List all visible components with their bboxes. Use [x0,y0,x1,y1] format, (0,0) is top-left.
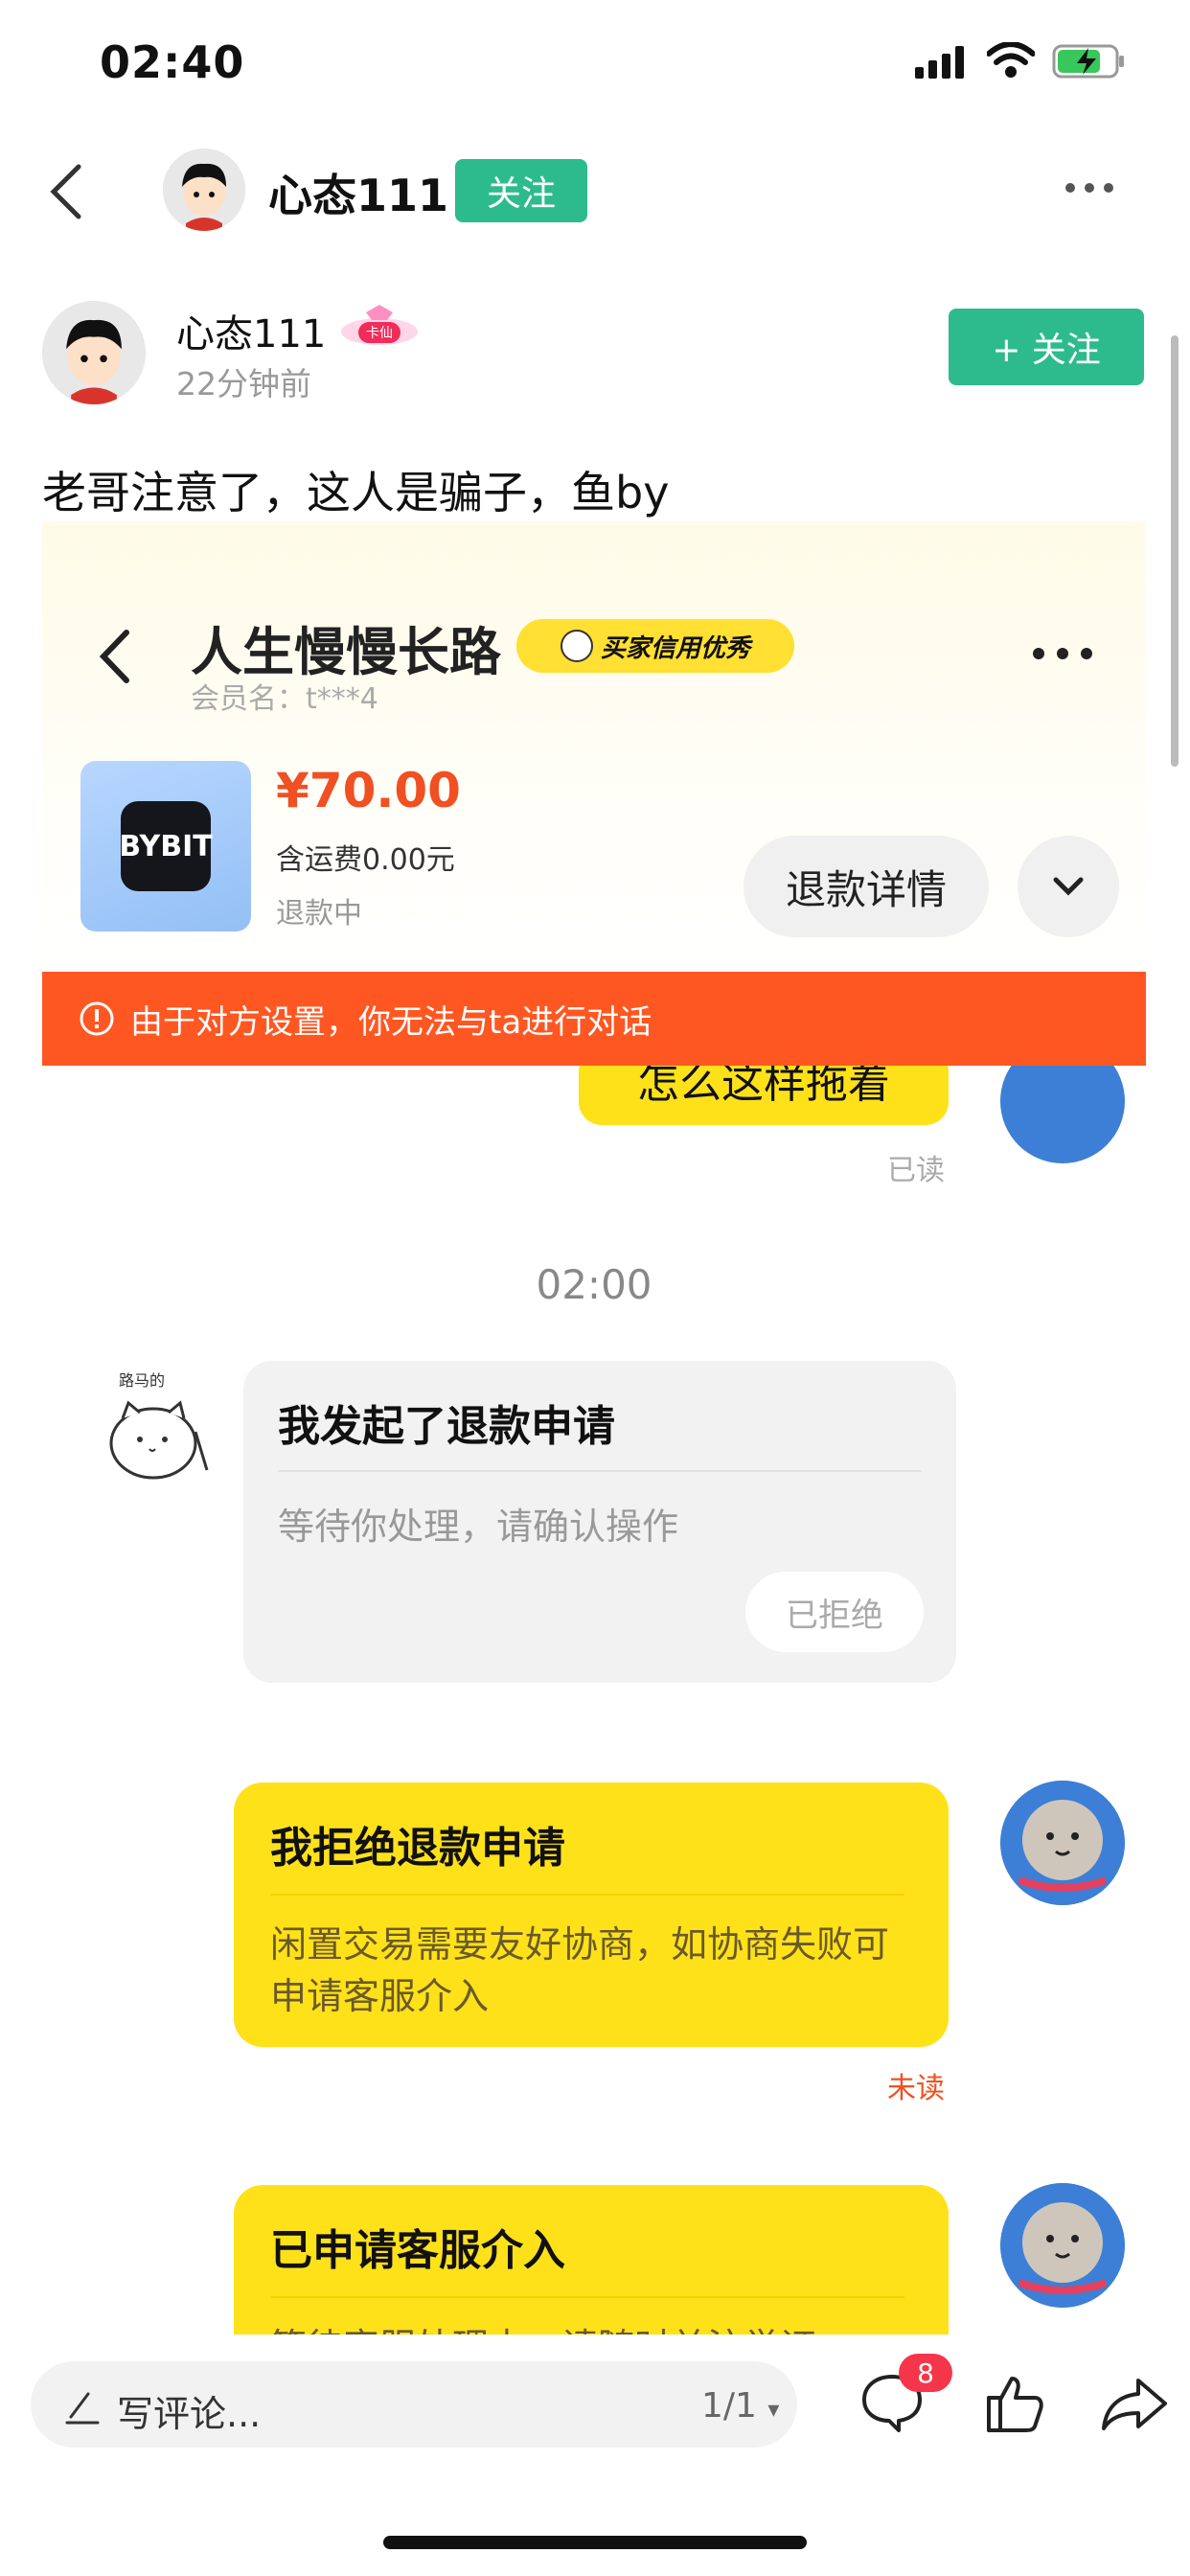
svg-text:卡仙: 卡仙 [366,326,393,341]
product-status: 退款中 [276,897,362,931]
back-icon[interactable] [48,163,86,220]
embedded-screenshot[interactable]: 人生慢慢长路 买家信用优秀 会员名：t***4 BYBIT ¥70.00 含运费… [42,521,1146,2334]
credit-badge: 买家信用优秀 [516,619,794,673]
post-follow-button[interactable]: + 关注 [949,309,1144,385]
refund-request-card: 我发起了退款申请 等待你处理，请确认操作 已拒绝 [243,1361,956,1683]
time-divider: 02:00 [536,1261,652,1308]
card-divider [270,1894,904,1896]
status-time: 02:40 [100,36,245,88]
my-avatar [1000,2183,1125,2308]
home-indicator [383,2536,807,2549]
rejected-button: 已拒绝 [745,1572,924,1652]
blocked-banner-text: 由于对方设置，你无法与ta进行对话 [130,1002,652,1042]
reject-refund-text: 闲置交易需要友好协商，如协商失败可申请客服介入 [270,1923,890,2017]
my-avatar [1000,1781,1125,1905]
thumbs-up-icon[interactable] [983,2371,1046,2434]
post-author-avatar[interactable] [42,301,146,404]
post-timestamp: 22分钟前 [176,365,311,402]
service-request-title: 已申请客服介入 [270,2226,565,2275]
nav-username[interactable]: 心态111 [268,161,448,224]
nav-follow-button[interactable]: 关注 [455,159,587,222]
svg-text:路马的: 路马的 [119,1371,165,1390]
product-shipping: 含运费0.00元 [276,843,455,877]
chevron-down-icon [1018,836,1119,937]
chat-back-icon [99,630,129,683]
refund-request-text: 等待你处理，请确认操作 [278,1506,679,1548]
post-text: 老哥注意了，这人是骗子，鱼by [42,467,670,518]
more-icon[interactable] [1064,178,1115,197]
service-request-text: 等待客服处理中，请随时关注举证 [270,2321,903,2334]
member-name: 会员名：t***4 [191,682,378,716]
battery-charging-icon [1052,44,1124,79]
blocked-banner: 由于对方设置，你无法与ta进行对话 [42,972,1146,1066]
cat-sticker-avatar: 路马的 [100,1365,234,1499]
caret-down-icon: ▾ [767,2396,780,2423]
scrollbar[interactable] [1171,335,1179,767]
chat-more-icon [1033,648,1092,659]
service-request-card: 已申请客服介入 等待客服处理中，请随时关注举证 [234,2185,949,2334]
product-image: BYBIT [80,761,251,932]
unread-status: 未读 [887,2072,945,2105]
user-level-badge: 卡仙 [337,303,422,349]
pen-icon [65,2392,100,2425]
comment-placeholder[interactable]: 写评论... [117,2384,261,2437]
credit-badge-label: 买家信用优秀 [600,633,750,663]
nav-avatar[interactable] [163,149,245,231]
page-indicator[interactable]: 1/1 ▾ [701,2386,779,2426]
cellular-signal-icon [915,46,964,79]
card-divider [278,1470,922,1472]
read-status: 已读 [887,1154,945,1187]
product-logo: BYBIT [119,801,213,891]
reject-refund-title: 我拒绝退款申请 [270,1824,565,1873]
post-author-name[interactable]: 心态111 [176,303,326,358]
comment-count-badge: 8 [899,2354,952,2392]
share-icon[interactable] [1100,2375,1169,2432]
product-price: ¥70.00 [276,763,461,818]
refund-request-title: 我发起了退款申请 [278,1402,615,1451]
reject-refund-card: 我拒绝退款申请 闲置交易需要友好协商，如协商失败可申请客服介入 [234,1782,949,2047]
card-divider [270,2296,904,2298]
smile-face-icon [560,630,593,662]
refund-detail-button: 退款详情 [744,836,989,937]
warning-icon [80,1001,114,1036]
page-indicator-label: 1/1 [701,2386,757,2426]
wifi-icon [987,42,1035,78]
